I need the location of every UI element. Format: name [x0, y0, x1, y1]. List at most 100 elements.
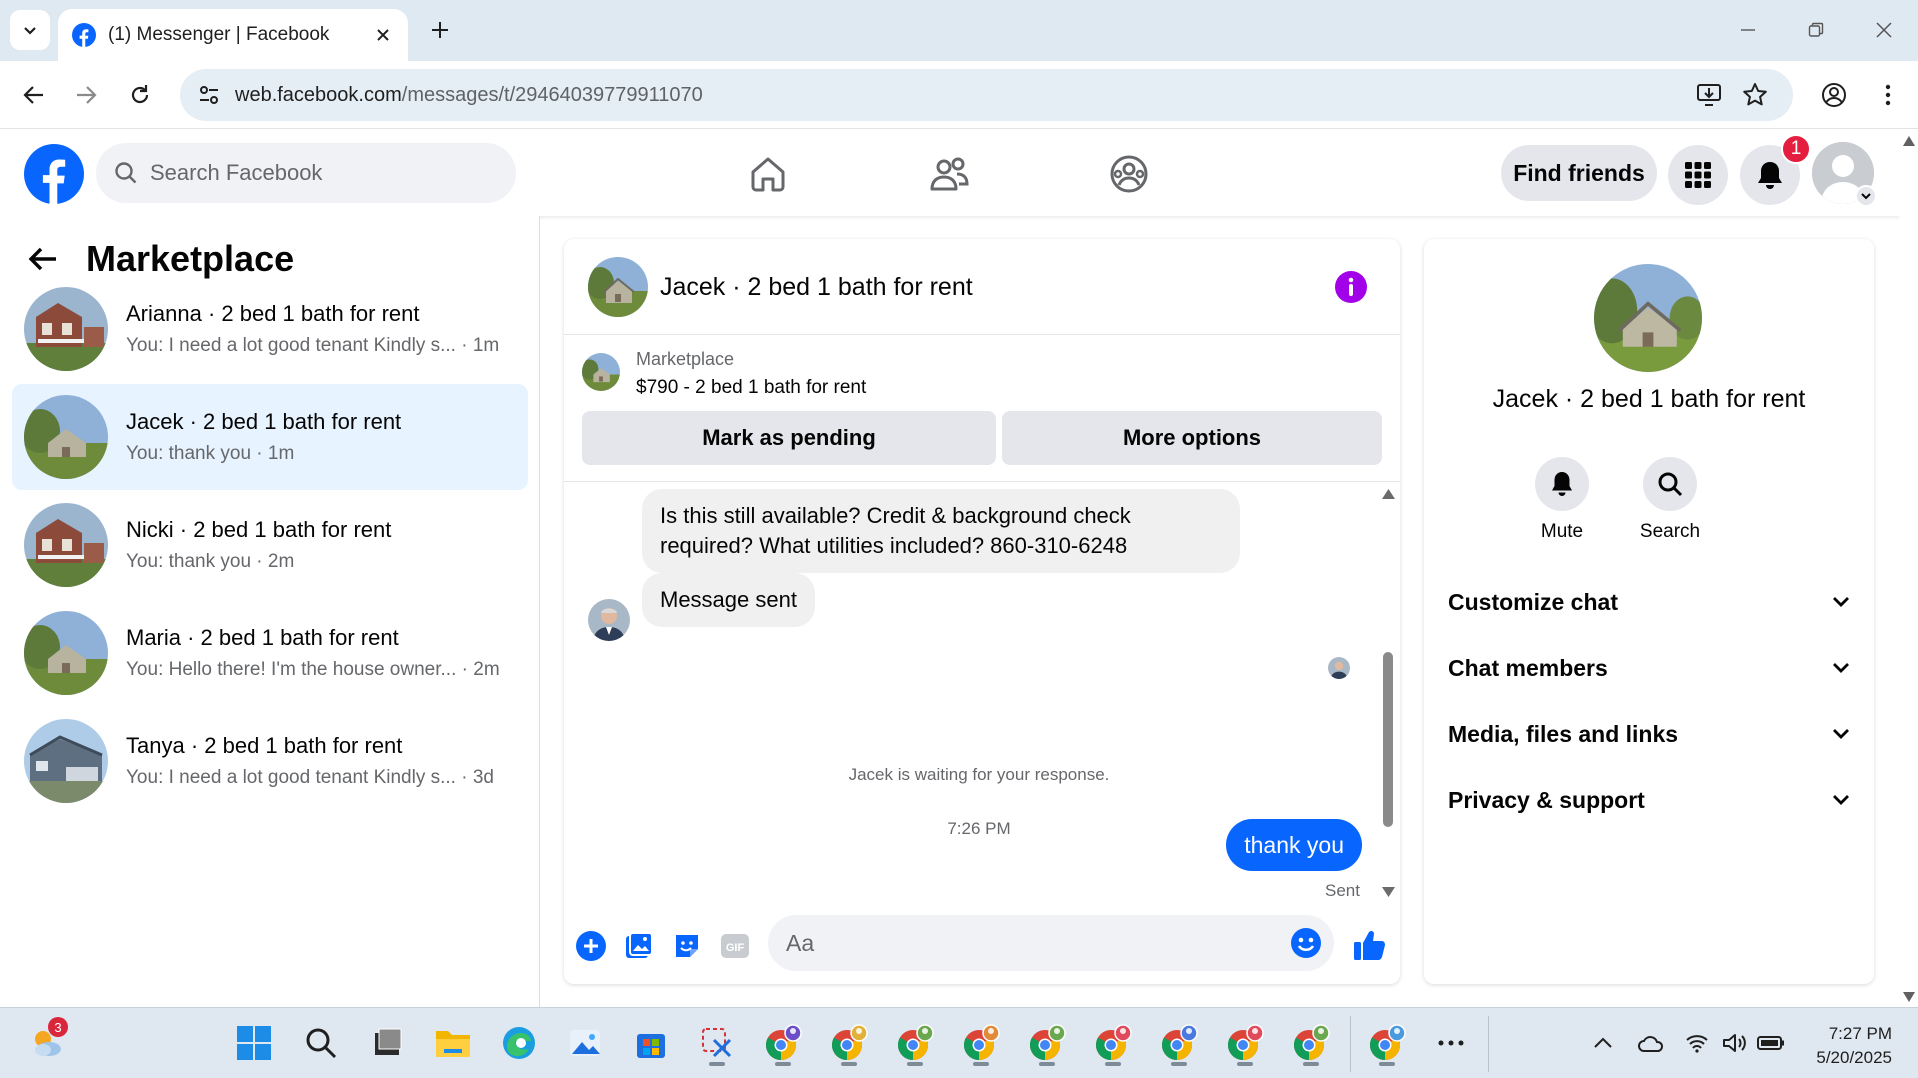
- section-customize-chat[interactable]: Customize chat: [1448, 577, 1850, 627]
- chrome-window-button[interactable]: [1154, 1018, 1204, 1068]
- bookmark-star-icon[interactable]: [1742, 82, 1768, 108]
- search-action[interactable]: Search: [1620, 457, 1720, 543]
- browser-tab[interactable]: (1) Messenger | Facebook: [58, 9, 408, 61]
- sender-avatar[interactable]: [588, 599, 630, 641]
- back-button[interactable]: [14, 75, 54, 115]
- scroll-up-arrow-icon[interactable]: [1903, 136, 1915, 146]
- more-apps-button[interactable]: [1426, 1018, 1476, 1068]
- chat-avatar[interactable]: [588, 257, 648, 317]
- mute-action[interactable]: Mute: [1512, 457, 1612, 543]
- message-bubble-outgoing[interactable]: thank you: [1226, 819, 1362, 871]
- friends-icon: [930, 157, 969, 191]
- browser-tab-bar: (1) Messenger | Facebook: [0, 0, 1918, 61]
- site-settings-icon[interactable]: [198, 84, 220, 106]
- snipping-tool-button[interactable]: [692, 1018, 742, 1068]
- conversation-preview-row: You: Hello there! I'm the house owner...…: [126, 659, 516, 681]
- listing-price[interactable]: $790 - 2 bed 1 bath for rent: [636, 377, 866, 399]
- scroll-down-arrow-icon[interactable]: [1382, 887, 1395, 897]
- running-indicator: [841, 1062, 857, 1066]
- message-input-box[interactable]: [768, 915, 1334, 971]
- close-tab-button[interactable]: [368, 20, 398, 50]
- onedrive-button[interactable]: [1626, 1018, 1676, 1068]
- facebook-search[interactable]: [96, 143, 516, 203]
- conversation-item[interactable]: Arianna · 2 bed 1 bath for rent You: I ne…: [12, 276, 528, 382]
- chrome-window-button[interactable]: [890, 1018, 940, 1068]
- house-photo: [24, 287, 108, 371]
- close-window-button[interactable]: [1864, 10, 1904, 50]
- task-view-button[interactable]: [362, 1018, 412, 1068]
- minimize-button[interactable]: [1728, 10, 1768, 50]
- sticker-icon: [676, 935, 698, 957]
- like-button[interactable]: [1350, 925, 1390, 965]
- chat-scrollbar[interactable]: [1379, 485, 1397, 903]
- more-actions-button[interactable]: [574, 929, 608, 963]
- store-button[interactable]: [626, 1018, 676, 1068]
- search-input[interactable]: [150, 160, 470, 186]
- chrome-window-button[interactable]: [1286, 1018, 1336, 1068]
- chrome-window-button[interactable]: [758, 1018, 808, 1068]
- weather-widget[interactable]: 3: [22, 1017, 72, 1068]
- scroll-up-arrow-icon[interactable]: [1382, 489, 1395, 499]
- groups-nav-button[interactable]: [1103, 148, 1155, 200]
- conversation-item[interactable]: Jacek · 2 bed 1 bath for rent You: thank …: [12, 384, 528, 490]
- taskbar-search-button[interactable]: [296, 1018, 346, 1068]
- back-arrow-icon[interactable]: [28, 246, 58, 272]
- facebook-logo-icon[interactable]: [24, 144, 84, 204]
- chrome-window-button[interactable]: [956, 1018, 1006, 1068]
- file-explorer-button[interactable]: [428, 1018, 478, 1068]
- system-clock[interactable]: 7:27 PM 5/20/2025: [1808, 1022, 1892, 1070]
- chrome-window-button[interactable]: [1022, 1018, 1072, 1068]
- chrome-window-button[interactable]: [1088, 1018, 1138, 1068]
- new-tab-button[interactable]: [424, 14, 456, 46]
- reload-button[interactable]: [120, 75, 160, 115]
- forward-button[interactable]: [66, 75, 106, 115]
- emoji-icon[interactable]: [1290, 927, 1322, 959]
- install-app-icon[interactable]: [1696, 83, 1722, 107]
- section-chat-members[interactable]: Chat members: [1448, 643, 1850, 693]
- conversation-item[interactable]: Tanya · 2 bed 1 bath for rent You: I need…: [12, 708, 528, 814]
- page-scrollbar[interactable]: [1900, 130, 1918, 1007]
- battery-button[interactable]: [1746, 1018, 1796, 1068]
- section-media-files-links[interactable]: Media, files and links: [1448, 709, 1850, 759]
- conversation-item[interactable]: Nicki · 2 bed 1 bath for rent You: thank …: [12, 492, 528, 598]
- chat-header: Jacek · 2 bed 1 bath for rent: [564, 239, 1400, 335]
- info-icon[interactable]: [1335, 271, 1367, 303]
- more-options-button[interactable]: More options: [1002, 411, 1382, 465]
- start-button[interactable]: [229, 1018, 279, 1068]
- scroll-thumb[interactable]: [1383, 652, 1393, 827]
- message-composer: GIF: [564, 903, 1400, 984]
- attach-photo-button[interactable]: [622, 929, 656, 963]
- address-bar[interactable]: web.facebook.com/messages/t/294640397799…: [180, 69, 1793, 121]
- account-menu-chevron[interactable]: [1855, 185, 1877, 207]
- show-hidden-icons-button[interactable]: [1578, 1018, 1628, 1068]
- chrome-icon: [1369, 1024, 1406, 1060]
- profile-button[interactable]: [1814, 75, 1854, 115]
- conversation-item[interactable]: Maria · 2 bed 1 bath for rent You: Hello …: [12, 600, 528, 706]
- home-nav-button[interactable]: [742, 148, 794, 200]
- conversation-time: 2m: [267, 551, 295, 572]
- menu-button[interactable]: [1668, 145, 1728, 205]
- restore-button[interactable]: [1796, 10, 1836, 50]
- find-friends-button[interactable]: Find friends: [1501, 145, 1657, 201]
- scroll-down-arrow-icon[interactable]: [1903, 992, 1915, 1002]
- sticker-button[interactable]: [670, 929, 704, 963]
- search-in-chat-button[interactable]: [1643, 457, 1697, 511]
- browser-menu-button[interactable]: [1868, 75, 1908, 115]
- mark-as-pending-button[interactable]: Mark as pending: [582, 411, 996, 465]
- friends-nav-button[interactable]: [923, 148, 975, 200]
- photos-button[interactable]: [560, 1018, 610, 1068]
- mute-button[interactable]: [1535, 457, 1589, 511]
- chrome-window-button[interactable]: [1220, 1018, 1270, 1068]
- message-input[interactable]: [786, 929, 1266, 957]
- message-bubble-incoming[interactable]: Is this still available? Credit & backgr…: [642, 489, 1240, 573]
- tab-list-button[interactable]: [10, 10, 50, 50]
- chat-title[interactable]: Jacek · 2 bed 1 bath for rent: [660, 273, 973, 302]
- chrome-window-button[interactable]: [824, 1018, 874, 1068]
- edge-button[interactable]: [494, 1018, 544, 1068]
- message-bubble-incoming[interactable]: Message sent: [642, 573, 815, 627]
- profile-photo[interactable]: [1594, 264, 1702, 372]
- gif-button[interactable]: GIF: [718, 929, 752, 963]
- listing-thumbnail[interactable]: [582, 353, 620, 391]
- chrome-window-button[interactable]: [1362, 1018, 1412, 1068]
- section-privacy-support[interactable]: Privacy & support: [1448, 775, 1850, 825]
